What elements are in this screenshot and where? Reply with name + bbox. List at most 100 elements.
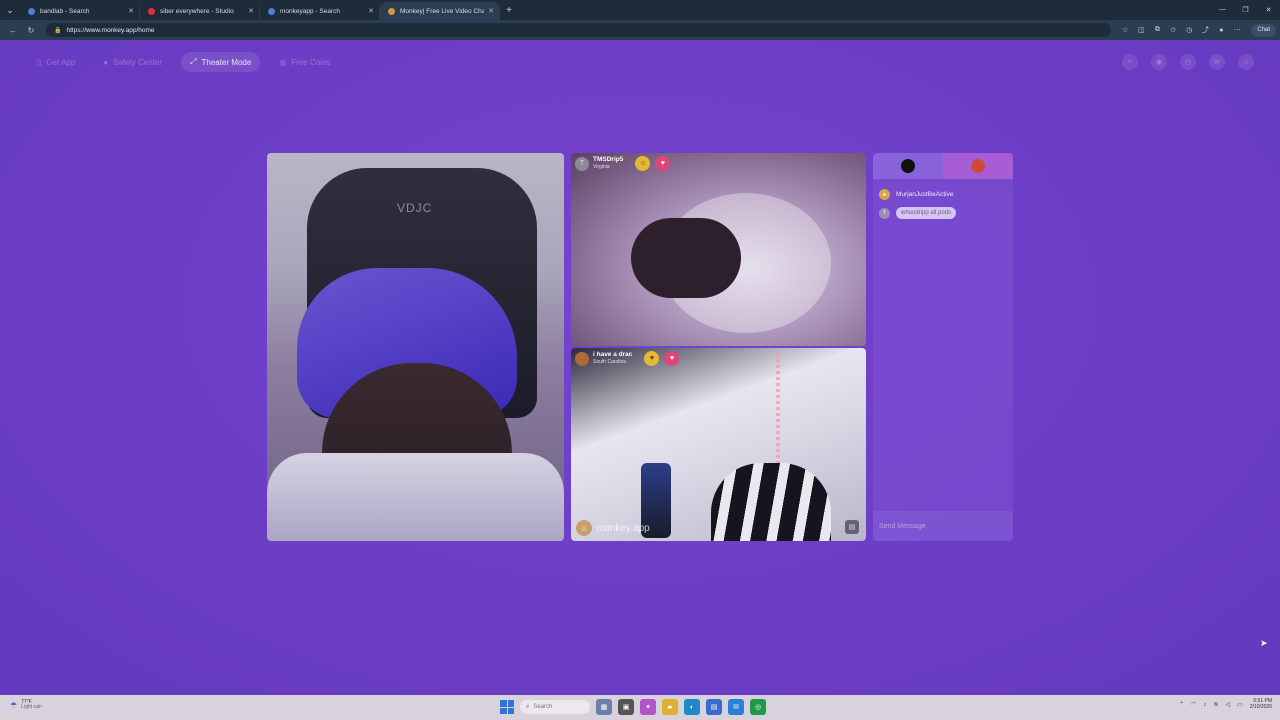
theater-mode-button[interactable]: ⤢ Theater Mode bbox=[181, 52, 261, 72]
edge-browser-icon[interactable]: ◐ bbox=[684, 699, 700, 715]
windows-start-icon[interactable] bbox=[500, 700, 514, 714]
avatar[interactable]: T bbox=[575, 156, 589, 171]
gift-icon[interactable]: ☺ bbox=[635, 156, 651, 171]
minimize-icon[interactable]: — bbox=[1211, 6, 1234, 14]
lock-icon: 🔒 bbox=[54, 27, 62, 34]
favorites-icon[interactable]: ✩ bbox=[1165, 26, 1181, 34]
free-coins-label: Free Coins bbox=[291, 57, 331, 67]
browser-tab[interactable]: siber everywhere - Studio ✕ bbox=[140, 2, 260, 20]
file-explorer-icon[interactable]: ▰ bbox=[662, 699, 678, 715]
tab-close-icon[interactable]: ✕ bbox=[128, 7, 134, 15]
coins-icon[interactable]: ◉ bbox=[1151, 54, 1167, 70]
user-location: South Carolina bbox=[593, 358, 627, 365]
profile-icon[interactable]: ● bbox=[1213, 27, 1229, 34]
monkey-logo-icon: ☺ bbox=[576, 520, 592, 536]
battery-icon[interactable]: ▭ bbox=[1237, 701, 1243, 708]
browser-tab-active[interactable]: Monkey| Free Live Video Cha ✕ bbox=[380, 2, 500, 20]
user-location: Virginia bbox=[593, 163, 610, 170]
search-icon[interactable]: ⌕ bbox=[1122, 54, 1138, 70]
report-icon[interactable]: ▤ bbox=[845, 520, 859, 534]
send-message-input[interactable]: Send Message bbox=[873, 511, 1013, 541]
chat-tab-peer[interactable]: T bbox=[943, 153, 1013, 179]
xbox-app-icon[interactable]: ◎ bbox=[750, 699, 766, 715]
history-icon[interactable]: ◷ bbox=[1181, 26, 1197, 34]
remote-video-feed: i have a drac South Carolina ♥ ♥ ☺ monke… bbox=[571, 348, 866, 541]
url-text: https://www.monkey.app/home bbox=[66, 26, 155, 34]
tab-actions-icon[interactable]: ⌄ bbox=[0, 0, 20, 20]
taskbar-search[interactable]: ⌕ Search bbox=[520, 700, 590, 714]
like-icon[interactable]: ♥ bbox=[655, 156, 671, 171]
avatar[interactable] bbox=[575, 351, 589, 366]
favorite-star-icon[interactable]: ☆ bbox=[1117, 26, 1133, 34]
tab-title: siber everywhere - Studio bbox=[160, 7, 234, 15]
more-icon[interactable]: ⋯ bbox=[1229, 26, 1245, 34]
tab-title: monkeyapp - Search bbox=[280, 7, 340, 15]
get-app-button[interactable]: ▯ Get App bbox=[28, 52, 84, 72]
weather-desc: Light rain bbox=[21, 704, 42, 710]
messages-icon[interactable]: ✉ bbox=[1209, 54, 1225, 70]
clock[interactable]: 6:51 PM 2/10/2026 bbox=[1250, 698, 1272, 710]
avatar bbox=[970, 159, 985, 173]
system-tray: ⌃ ◠ ♪ ≋ ◁ ▭ 6:51 PM 2/10/2026 bbox=[1179, 698, 1272, 710]
address-bar[interactable]: 🔒 https://www.monkey.app/home bbox=[46, 23, 1112, 37]
timer-icon[interactable]: ◷ bbox=[1180, 54, 1196, 70]
toolbar-icons: ☆ ◫ ⧉ ✩ ◷ ⤴ ● ⋯ bbox=[1117, 25, 1245, 35]
share-icon[interactable]: ⤴ bbox=[1197, 25, 1213, 35]
search-icon: ⌕ bbox=[526, 703, 530, 710]
tab-title: bandlab - Search bbox=[40, 7, 90, 15]
account-icon[interactable]: ☺ bbox=[1238, 54, 1254, 70]
chat-sender-name: MurjanJustBeActive bbox=[896, 191, 954, 198]
tab-title: Monkey| Free Live Video Cha bbox=[400, 7, 485, 15]
rain-cloud-icon: ☂ bbox=[10, 700, 18, 710]
tab-close-icon[interactable]: ✕ bbox=[368, 7, 374, 15]
weather-widget[interactable]: ☂ 77°F Light rain bbox=[10, 700, 42, 710]
wifi-icon[interactable]: ≋ bbox=[1213, 701, 1218, 708]
tab-favicon-icon bbox=[148, 7, 155, 15]
username: TMSDrip5 bbox=[593, 156, 624, 164]
avatar: T bbox=[879, 207, 890, 219]
remote-video-feed: T TMSDrip5 Virginia ☺ ♥ bbox=[571, 153, 866, 346]
mic-icon[interactable]: ♪ bbox=[1203, 702, 1206, 708]
safety-center-button[interactable]: ● Safety Center bbox=[94, 52, 171, 72]
tray-overflow-icon[interactable]: ⌃ bbox=[1179, 701, 1184, 708]
tab-favicon-icon bbox=[268, 7, 275, 15]
browser-tab[interactable]: bandlab - Search ✕ bbox=[20, 2, 140, 20]
coin-icon: ◍ bbox=[279, 57, 287, 67]
chat-panel: T ★ MurjanJustBeActive T whoodripp all p… bbox=[873, 153, 1013, 541]
self-video-feed: VDJC bbox=[267, 153, 564, 541]
copilot-chat-button[interactable]: Chat bbox=[1251, 23, 1276, 37]
monkey-watermark: ☺ monkey.app bbox=[576, 520, 650, 536]
shield-icon: ● bbox=[103, 57, 109, 67]
task-view-icon[interactable]: ▣ bbox=[618, 699, 634, 715]
store-app-icon[interactable]: ▤ bbox=[706, 699, 722, 715]
restore-icon[interactable]: ❐ bbox=[1234, 6, 1257, 14]
widgets-app-icon[interactable]: ▦ bbox=[596, 699, 612, 715]
close-window-icon[interactable]: ✕ bbox=[1257, 6, 1280, 14]
avatar bbox=[901, 159, 915, 173]
gift-icon[interactable]: ♥ bbox=[644, 351, 660, 366]
chat-header: T bbox=[873, 153, 1013, 179]
new-tab-button[interactable]: + bbox=[500, 5, 518, 16]
volume-icon[interactable]: ◁ bbox=[1225, 701, 1230, 708]
like-icon[interactable]: ♥ bbox=[664, 351, 680, 366]
tab-close-icon[interactable]: ✕ bbox=[488, 7, 494, 15]
tab-favicon-icon bbox=[28, 7, 35, 15]
expand-icon: ⤢ bbox=[190, 57, 197, 66]
browser-tab-bar: ⌄ bandlab - Search ✕ siber everywhere - … bbox=[0, 0, 1280, 20]
back-icon[interactable]: ← bbox=[4, 26, 22, 35]
copilot-app-icon[interactable]: ✦ bbox=[640, 699, 656, 715]
browser-tab[interactable]: monkeyapp - Search ✕ bbox=[260, 2, 380, 20]
chat-tab-self[interactable] bbox=[873, 153, 943, 179]
taskbar-apps: ⌕ Search ▦ ▣ ✦ ▰ ◐ ▤ ✉ ◎ bbox=[500, 699, 766, 715]
network-icon[interactable]: ◠ bbox=[1191, 701, 1196, 708]
mail-app-icon[interactable]: ✉ bbox=[728, 699, 744, 715]
reader-icon[interactable]: ◫ bbox=[1133, 26, 1149, 34]
tab-close-icon[interactable]: ✕ bbox=[248, 7, 254, 15]
chat-bubble: whoodripp all pods bbox=[896, 207, 957, 219]
free-coins-button[interactable]: ◍ Free Coins bbox=[270, 52, 339, 72]
phone-icon: ▯ bbox=[37, 57, 42, 67]
username: i have a drac bbox=[593, 351, 633, 359]
refresh-icon[interactable]: ↻ bbox=[22, 26, 40, 35]
extensions-icon[interactable]: ⧉ bbox=[1149, 26, 1165, 34]
browser-toolbar: ← ↻ 🔒 https://www.monkey.app/home ☆ ◫ ⧉ … bbox=[0, 20, 1280, 40]
